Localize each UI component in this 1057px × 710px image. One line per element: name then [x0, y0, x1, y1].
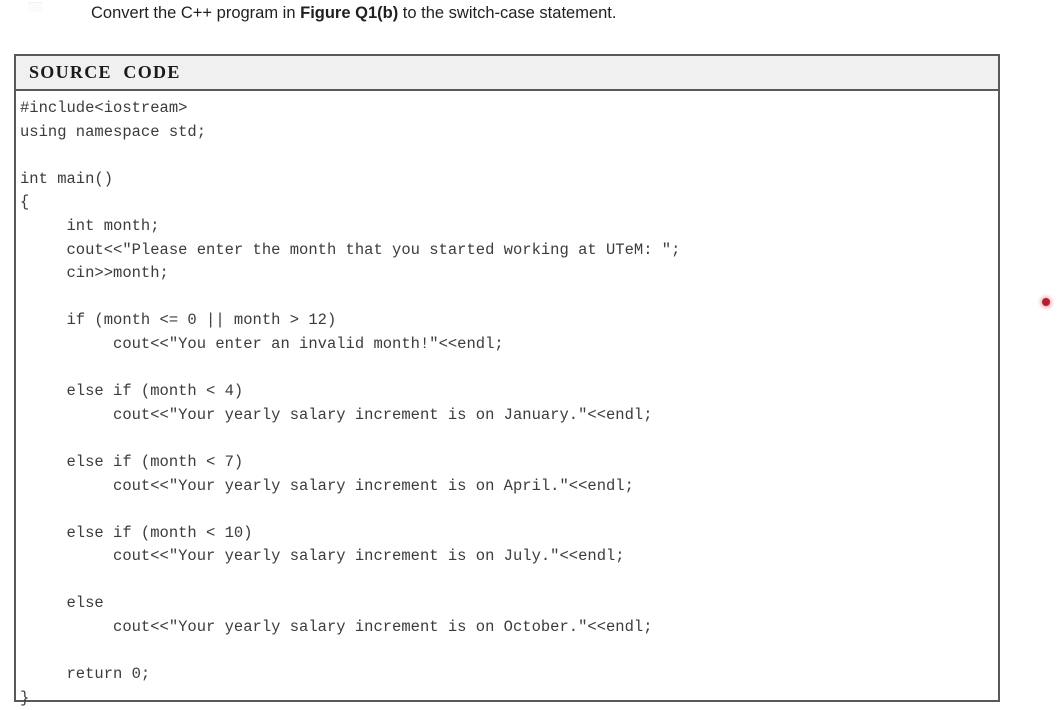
- code-line: cout<<"You enter an invalid month!"<<end…: [20, 334, 504, 353]
- code-line: cout<<"Your yearly salary increment is o…: [20, 476, 634, 495]
- question-text-suffix: to the switch-case statement.: [398, 4, 617, 22]
- code-line: return 0;: [20, 665, 151, 684]
- code-line: int main(): [20, 169, 114, 188]
- code-line: cin>>month;: [20, 264, 169, 283]
- code-line: #include<iostream>: [20, 99, 188, 117]
- code-line: cout<<"Your yearly salary increment is o…: [20, 547, 625, 566]
- code-line: else if (month < 4): [20, 382, 244, 401]
- code-line: int month;: [20, 216, 160, 235]
- source-code-header-label: SOURCE CODE: [29, 62, 181, 82]
- code-line: using namespace std;: [20, 122, 207, 141]
- source-code-body: #include<iostream> using namespace std; i…: [16, 91, 998, 707]
- figure-reference: Figure Q1(b): [300, 4, 399, 22]
- code-line: else: [20, 594, 104, 613]
- source-code-table-header: SOURCE CODE: [16, 56, 998, 91]
- code-line: if (month <= 0 || month > 12): [20, 311, 337, 330]
- scan-artifact-mark: [28, 2, 42, 12]
- question-instruction-text: Convert the C++ program in Figure Q1(b) …: [91, 0, 991, 26]
- source-code-table: SOURCE CODE #include<iostream> using name…: [14, 54, 1000, 707]
- question-text-prefix: Convert the C++ program in: [91, 4, 301, 22]
- code-line: cout<<"Your yearly salary increment is o…: [20, 618, 653, 637]
- code-line: cout<<"Please enter the month that you s…: [20, 240, 681, 259]
- code-line: cout<<"Your yearly salary increment is o…: [20, 405, 653, 424]
- code-line: else if (month < 7): [20, 452, 244, 471]
- red-dot-annotation-mark: [1042, 298, 1050, 306]
- code-line: {: [20, 193, 30, 212]
- code-line: else if (month < 10): [20, 523, 253, 542]
